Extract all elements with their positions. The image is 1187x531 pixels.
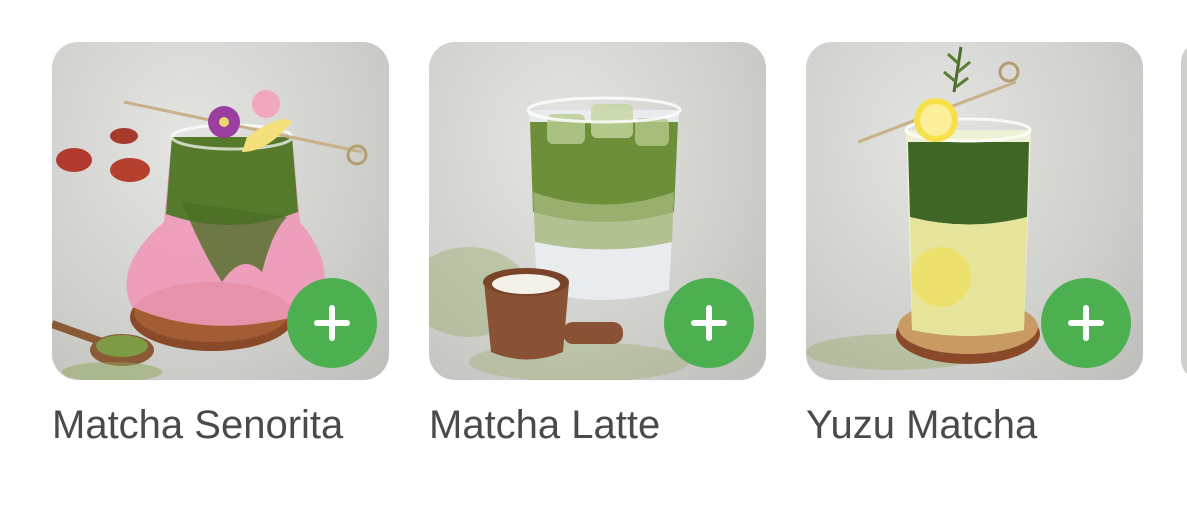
- product-image-matcha-latte[interactable]: [429, 42, 766, 380]
- product-card-yuzu-matcha[interactable]: Yuzu Matcha: [806, 42, 1143, 448]
- add-to-cart-button[interactable]: [664, 278, 754, 368]
- add-to-cart-button[interactable]: [1041, 278, 1131, 368]
- product-carousel: Matcha Senorita Matcha Latte Yuzu Matcha: [0, 0, 1187, 531]
- product-card-matcha-latte[interactable]: Matcha Latte: [429, 42, 766, 448]
- product-image-matcha-senorita[interactable]: [52, 42, 389, 380]
- plus-icon: [691, 305, 727, 341]
- plus-icon: [1068, 305, 1104, 341]
- product-name[interactable]: Yuzu Matcha: [806, 402, 1143, 448]
- add-to-cart-button[interactable]: [287, 278, 377, 368]
- product-card-partial[interactable]: [1181, 42, 1187, 380]
- product-image-yuzu-matcha[interactable]: [806, 42, 1143, 380]
- product-card-matcha-senorita[interactable]: Matcha Senorita: [52, 42, 389, 448]
- product-name[interactable]: Matcha Latte: [429, 402, 766, 448]
- product-image-partial[interactable]: [1181, 42, 1187, 380]
- product-name[interactable]: Matcha Senorita: [52, 402, 389, 448]
- plus-icon: [314, 305, 350, 341]
